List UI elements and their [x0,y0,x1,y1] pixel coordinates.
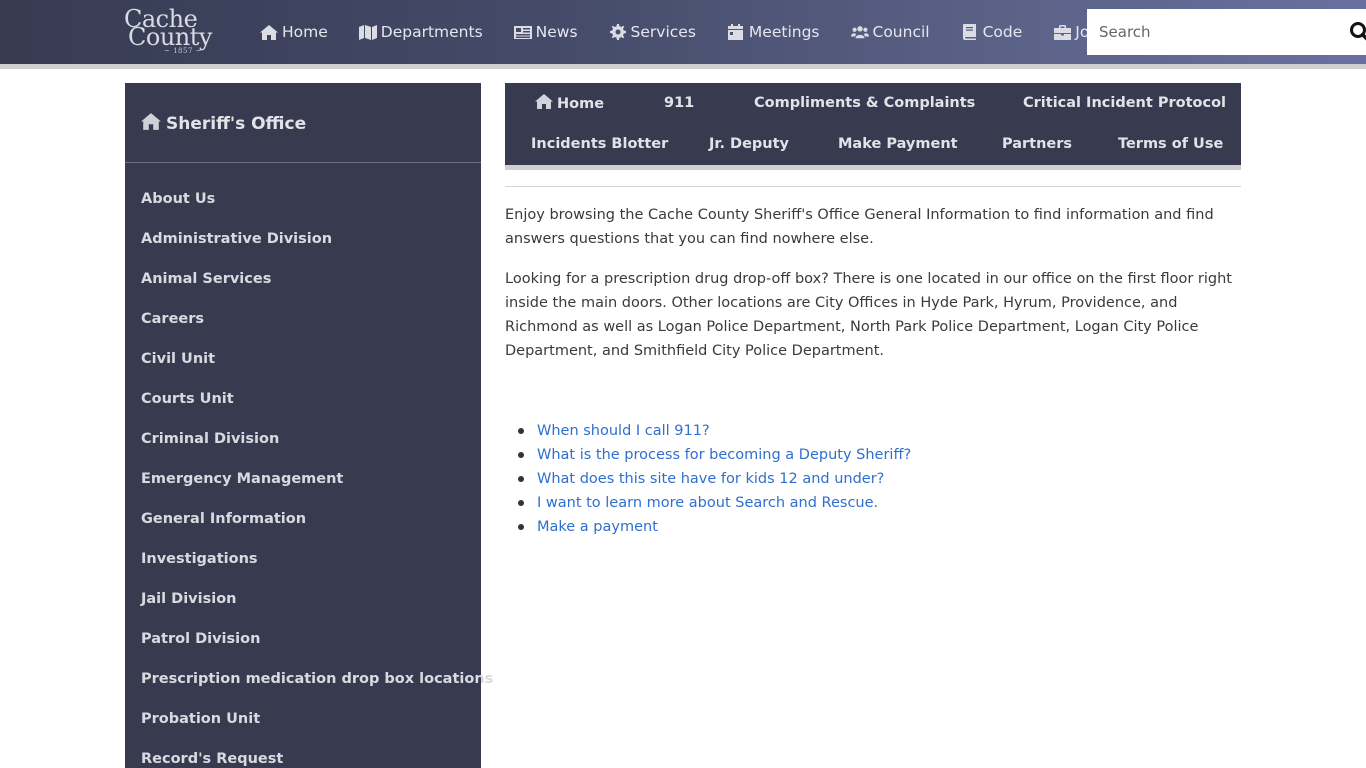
bullet [518,428,524,434]
sidebar-menu: About Us Administrative Division Animal … [141,189,493,768]
subnav-compliments-complaints[interactable]: Compliments & Complaints [754,95,975,111]
home-icon [535,94,557,113]
sidebar-item-investigations[interactable]: Investigations [141,549,493,589]
users-icon [850,24,869,40]
faq-link-label: What is the process for becoming a Deput… [537,447,912,463]
home-icon [260,24,278,40]
nav-home[interactable]: Home [260,23,328,41]
nav-news-label: News [535,23,578,41]
sidebar-item-prescription-drop-box[interactable]: Prescription medication drop box locatio… [141,669,493,709]
search-input[interactable] [1087,9,1337,55]
sidebar-item-courts-unit[interactable]: Courts Unit [141,389,493,429]
nav-code[interactable]: Code [961,23,1023,41]
subnav-make-payment[interactable]: Make Payment [838,136,958,152]
main-nav: Home Departments News Services Meetings [260,0,1138,64]
sidebar-item-civil-unit[interactable]: Civil Unit [141,349,493,389]
search-icon[interactable] [1349,21,1366,43]
sidebar-item-jail-division[interactable]: Jail Division [141,589,493,629]
subnav-home-label: Home [557,95,605,112]
nav-home-label: Home [282,23,328,41]
drop-box-paragraph: Looking for a prescription drug drop-off… [505,271,1232,359]
site-header: Cache County ~ 1857 ~ Home Departments N… [0,0,1366,64]
subnav-partners[interactable]: Partners [1002,136,1072,152]
nav-council-label: Council [872,23,930,41]
logo-line-2: County [128,23,212,51]
faq-links: When should I call 911? What is the proc… [518,419,912,539]
bullet [518,452,524,458]
cache-county-logo[interactable]: Cache County ~ 1857 ~ [124,7,228,57]
bullet [518,500,524,506]
faq-link-kids[interactable]: What does this site have for kids 12 and… [518,467,911,491]
bullet [518,476,524,482]
subnav-underline [505,165,1241,170]
department-subnav: Home 911 Compliments & Complaints Critic… [505,83,1241,165]
sidebar-item-probation-unit[interactable]: Probation Unit [141,709,493,749]
faq-link-call-911[interactable]: When should I call 911? [518,419,911,443]
bullet [518,524,524,530]
briefcase-icon [1053,24,1071,40]
search-box [1087,9,1366,55]
subnav-jr-deputy[interactable]: Jr. Deputy [709,136,789,152]
subnav-911[interactable]: 911 [664,95,694,111]
sidebar: Sheriff's Office About Us Administrative… [125,83,493,768]
nav-services-label: Services [630,23,696,41]
book-icon [961,24,979,40]
faq-link-search-rescue[interactable]: I want to learn more about Search and Re… [518,491,911,515]
faq-link-label: I want to learn more about Search and Re… [537,495,879,511]
subnav-home[interactable]: Home [535,94,604,113]
nav-departments-label: Departments [380,23,483,41]
newspaper-icon [513,24,532,40]
nav-meetings-label: Meetings [748,23,820,41]
faq-link-make-payment[interactable]: Make a payment [518,515,911,539]
nav-services[interactable]: Services [609,23,696,41]
sidebar-item-records-request[interactable]: Record's Request [141,749,493,768]
sidebar-item-careers[interactable]: Careers [141,309,493,349]
faq-link-label: When should I call 911? [537,423,710,439]
nav-departments[interactable]: Departments [358,23,483,41]
main-content: Enjoy browsing the Cache County Sheriff'… [505,203,1241,379]
sidebar-title-link[interactable]: Sheriff's Office [141,113,306,135]
faq-link-label: What does this site have for kids 12 and… [537,471,885,487]
nav-council[interactable]: Council [850,23,930,41]
sidebar-item-patrol-division[interactable]: Patrol Division [141,629,493,669]
subnav-incidents-blotter[interactable]: Incidents Blotter [531,136,668,152]
subnav-terms-of-use[interactable]: Terms of Use [1118,136,1223,152]
nav-code-label: Code [982,23,1023,41]
logo-year: ~ 1857 ~ [164,47,202,55]
sidebar-item-about-us[interactable]: About Us [141,189,493,229]
sidebar-item-criminal-division[interactable]: Criminal Division [141,429,493,469]
content-divider [505,186,1241,187]
calendar-icon [727,24,745,40]
sidebar-item-emergency-management[interactable]: Emergency Management [141,469,493,509]
faq-link-become-deputy[interactable]: What is the process for becoming a Deput… [518,443,912,467]
intro-paragraph: Enjoy browsing the Cache County Sheriff'… [505,207,1214,247]
faq-link-label: Make a payment [537,519,658,535]
gear-icon [609,24,627,40]
header-underline [0,64,1366,69]
nav-news[interactable]: News [513,23,578,41]
map-icon [358,24,377,40]
nav-meetings[interactable]: Meetings [727,23,820,41]
sidebar-divider [125,162,481,163]
sidebar-item-animal-services[interactable]: Animal Services [141,269,493,309]
sidebar-item-administrative-division[interactable]: Administrative Division [141,229,493,269]
sidebar-item-general-information[interactable]: General Information [141,509,493,549]
sidebar-title: Sheriff's Office [166,114,307,134]
subnav-critical-incident-protocol[interactable]: Critical Incident Protocol [1023,95,1226,111]
home-icon [141,113,166,135]
